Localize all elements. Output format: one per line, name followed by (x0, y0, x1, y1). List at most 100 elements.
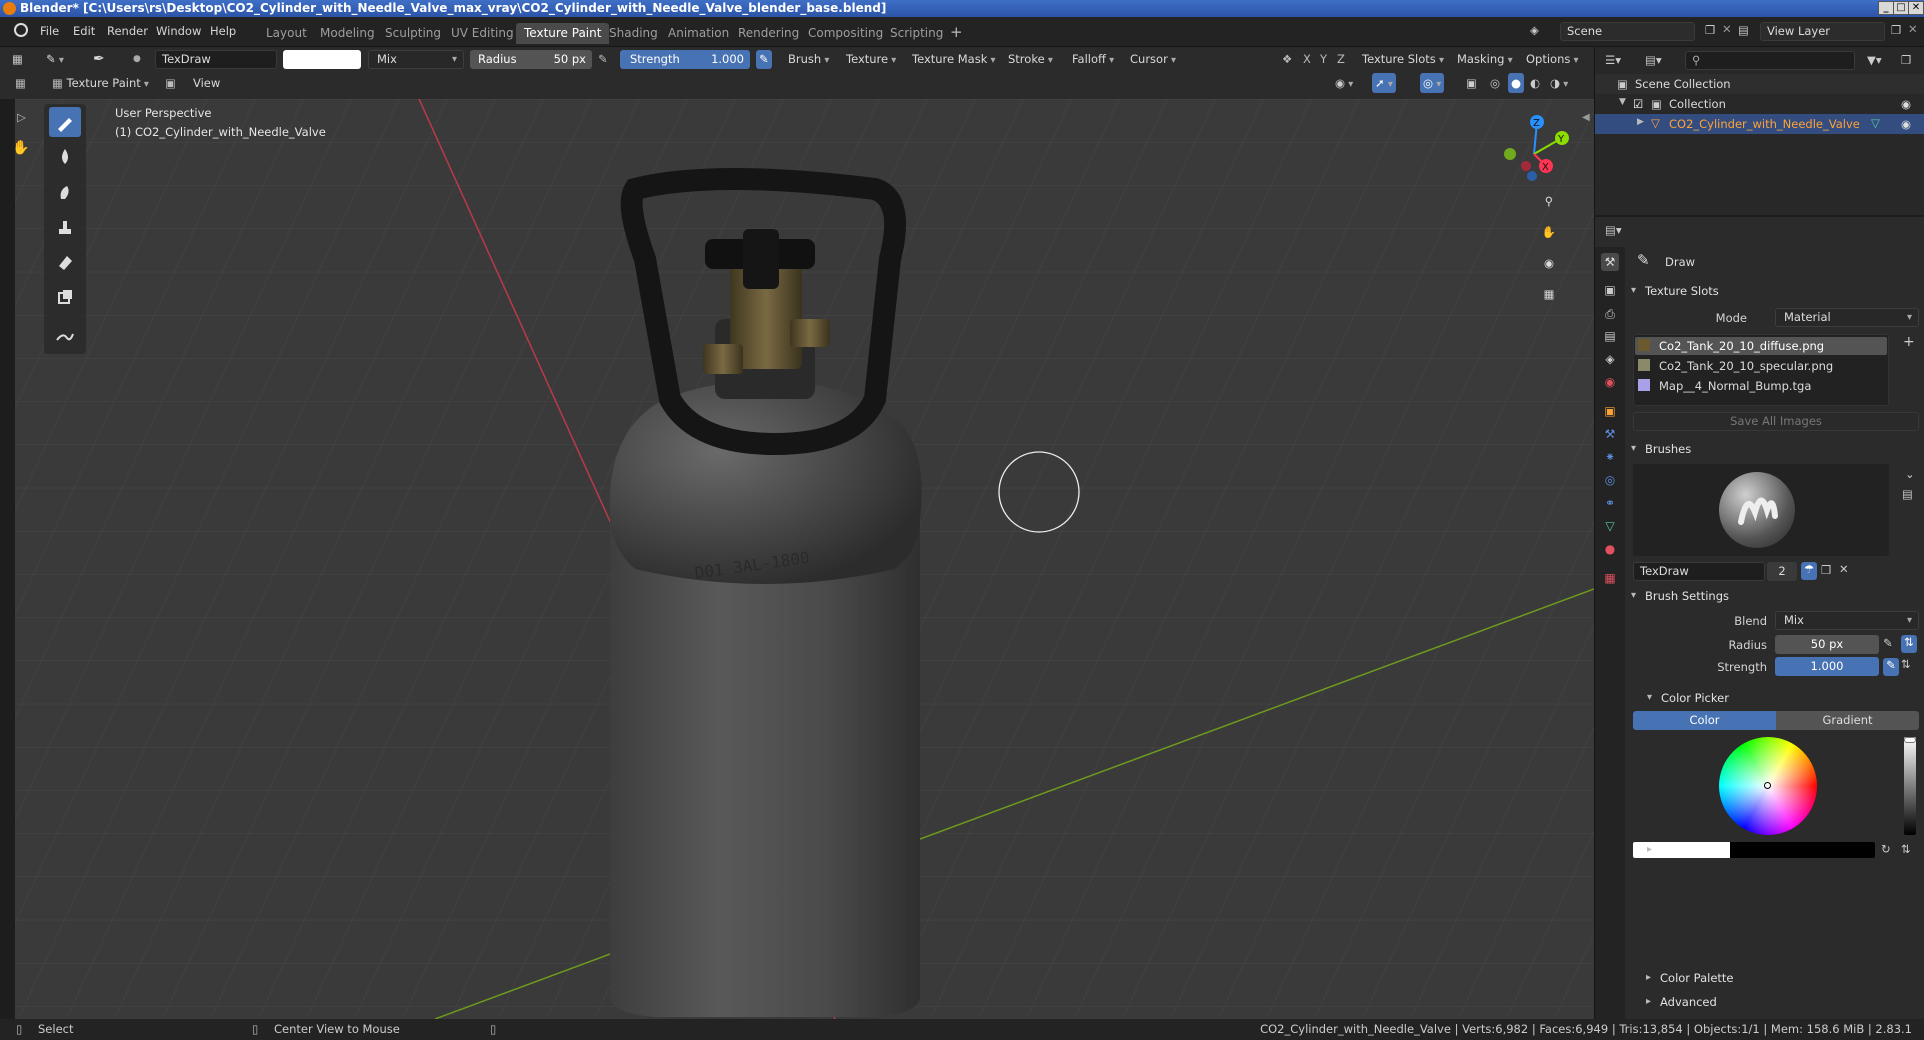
tab-sculpting[interactable]: Sculpting (377, 23, 449, 44)
draw-tool-brush-icon[interactable] (49, 107, 81, 137)
delete-view-layer-icon[interactable]: ✕ (1908, 22, 1918, 36)
brush-datablock-field[interactable]: TexDraw (1633, 562, 1765, 581)
expand-object-icon[interactable]: ▶ (1637, 117, 1644, 127)
list-item[interactable]: Co2_Tank_20_10_diffuse.png (1635, 337, 1887, 355)
clone-icon[interactable] (49, 212, 81, 242)
mirror-z-toggle[interactable]: Z (1337, 49, 1345, 69)
visibility-icon[interactable]: ◉ (1335, 73, 1353, 93)
color-picker-section[interactable]: Color Picker (1643, 687, 1924, 709)
properties-editor-icon[interactable]: ▤▾ (1605, 223, 1622, 237)
new-collection-icon[interactable]: ❐ (1901, 53, 1911, 67)
gradient-tab[interactable]: Gradient (1776, 711, 1919, 730)
tab-texture-paint[interactable]: Texture Paint (516, 23, 610, 44)
shading-rendered-icon[interactable]: ◑ (1550, 73, 1568, 93)
masking-menu[interactable]: Masking (1457, 49, 1513, 69)
texture-slots-menu[interactable]: Texture Slots (1362, 49, 1444, 69)
view-layer-field[interactable]: View Layer (1760, 22, 1885, 41)
strength-lock-icon[interactable]: ⇅ (1901, 657, 1911, 671)
texture-slots-section[interactable]: Texture Slots (1627, 280, 1924, 302)
display-mode-icon[interactable]: ▤▾ (1645, 53, 1662, 67)
minimize-icon[interactable]: _ (1878, 1, 1894, 15)
brush-users-count[interactable]: 2 (1767, 562, 1797, 581)
brush-blend-dropdown[interactable]: Mix (1775, 611, 1919, 630)
blend-mode-dropdown[interactable]: Mix (368, 50, 464, 69)
hand-pan-icon[interactable]: ✋ (12, 140, 29, 156)
texture-menu[interactable]: Texture (846, 49, 896, 69)
brush-strength-slider[interactable]: 1.000 (1775, 657, 1879, 676)
particles-tab-icon[interactable]: ⁕ (1601, 448, 1619, 466)
tab-layout[interactable]: Layout (258, 23, 315, 44)
render-tab-icon[interactable]: ▣ (1601, 281, 1619, 299)
scene-tab-icon[interactable]: ◈ (1601, 350, 1619, 368)
annotate-icon[interactable] (49, 319, 81, 349)
fake-user-shield-icon[interactable]: ☂ (1801, 562, 1817, 580)
constraints-tab-icon[interactable]: ⚭ (1601, 494, 1619, 512)
mode-dropdown[interactable]: ▦ Texture Paint (52, 73, 149, 93)
outliner-row-object[interactable]: ▶ ▽ CO2_Cylinder_with_Needle_Valve ▽ ◉ (1595, 114, 1924, 134)
checkbox-icon[interactable]: ☑ (1633, 97, 1643, 111)
new-view-layer-icon[interactable]: ❐ (1891, 23, 1901, 37)
color-tab[interactable]: Color (1633, 711, 1776, 730)
tab-modeling[interactable]: Modeling (312, 23, 383, 44)
slot-mode-dropdown[interactable]: Material (1775, 308, 1919, 327)
eye-icon[interactable]: ◉ (1901, 97, 1911, 111)
soften-icon[interactable] (49, 247, 81, 277)
value-slider[interactable] (1904, 737, 1916, 835)
brush-browse-icon[interactable]: ● (133, 49, 141, 69)
mirror-x-toggle[interactable]: X (1303, 49, 1311, 69)
menu-window[interactable]: Window (156, 24, 201, 38)
stroke-menu[interactable]: Stroke (1008, 49, 1053, 69)
delete-scene-icon[interactable]: ✕ (1722, 22, 1732, 36)
brush-settings-section[interactable]: Brush Settings (1627, 585, 1924, 607)
scene-icon[interactable]: ◈ (1530, 23, 1539, 37)
mirror-y-toggle[interactable]: Y (1320, 49, 1327, 69)
menu-file[interactable]: File (40, 24, 59, 38)
radius-unit-toggle-icon[interactable]: ⇅ (1901, 635, 1917, 653)
menu-render[interactable]: Render (107, 24, 148, 38)
fill-icon[interactable] (49, 142, 81, 172)
sidebar-toggle-icon[interactable]: ▷ (17, 110, 26, 124)
strength-slider[interactable]: Strength 1.000 (620, 50, 750, 69)
list-item[interactable]: Co2_Tank_20_10_specular.png (1635, 357, 1887, 375)
blender-menu-icon[interactable] (14, 23, 28, 37)
tab-animation[interactable]: Animation (660, 23, 737, 44)
close-icon[interactable]: ✕ (1908, 1, 1924, 15)
view-layer-icon[interactable]: ▤ (1738, 23, 1749, 37)
maximize-icon[interactable]: □ (1893, 1, 1909, 15)
world-tab-icon[interactable]: ◉ (1601, 373, 1619, 391)
view-menu[interactable]: View (193, 73, 220, 93)
zoom-icon[interactable]: ⚲ (1536, 188, 1562, 214)
symmetry-icon[interactable]: ❖ (1282, 49, 1292, 69)
list-item[interactable]: Map__4_Normal_Bump.tga (1635, 377, 1887, 395)
view-layer-tab-icon[interactable]: ▤ (1601, 327, 1619, 345)
filter-icon[interactable]: ▼▾ (1867, 53, 1882, 67)
gizmo-toggle-icon[interactable]: ➚ (1372, 73, 1396, 93)
add-slot-plus-icon[interactable]: + (1903, 334, 1915, 350)
3d-viewport[interactable]: D01 3AL-1800 (15, 99, 1594, 1019)
texture-tab-icon[interactable]: ▦ (1601, 569, 1619, 587)
radius-slider[interactable]: Radius 50 px (470, 50, 592, 69)
tab-compositing[interactable]: Compositing (800, 23, 891, 44)
tab-rendering[interactable]: Rendering (730, 23, 807, 44)
brush-radius-slider[interactable]: 50 px (1775, 635, 1879, 654)
tab-scripting[interactable]: Scripting (882, 23, 951, 44)
color-palette-section[interactable]: Color Palette (1642, 967, 1924, 989)
strength-pen-pressure-icon[interactable]: ✎ (1883, 658, 1899, 676)
output-tab-icon[interactable]: ⎙ (1601, 305, 1619, 323)
tool-settings-icon[interactable]: ✎ (46, 49, 64, 69)
cursor-menu[interactable]: Cursor (1130, 49, 1176, 69)
mask-icon[interactable] (49, 282, 81, 312)
value-slider-knob[interactable] (1904, 737, 1916, 743)
grid-icon[interactable]: ▦ (1536, 281, 1562, 307)
region-toggle-icon[interactable]: ◀ (1582, 112, 1590, 123)
new-scene-icon[interactable]: ❐ (1705, 23, 1715, 37)
tool-tab-icon[interactable]: ⚒ (1601, 253, 1619, 271)
shading-wireframe-icon[interactable]: ◎ (1490, 73, 1500, 93)
object-eye-icon[interactable]: ◉ (1901, 117, 1911, 131)
color-wheel[interactable] (1719, 737, 1817, 835)
brush-color-swatch[interactable] (283, 50, 361, 69)
options-menu[interactable]: Options (1526, 49, 1579, 69)
camera-icon[interactable]: ◉ (1536, 250, 1562, 276)
texture-mask-menu[interactable]: Texture Mask (912, 49, 996, 69)
save-all-images-button[interactable]: Save All Images (1633, 412, 1919, 431)
